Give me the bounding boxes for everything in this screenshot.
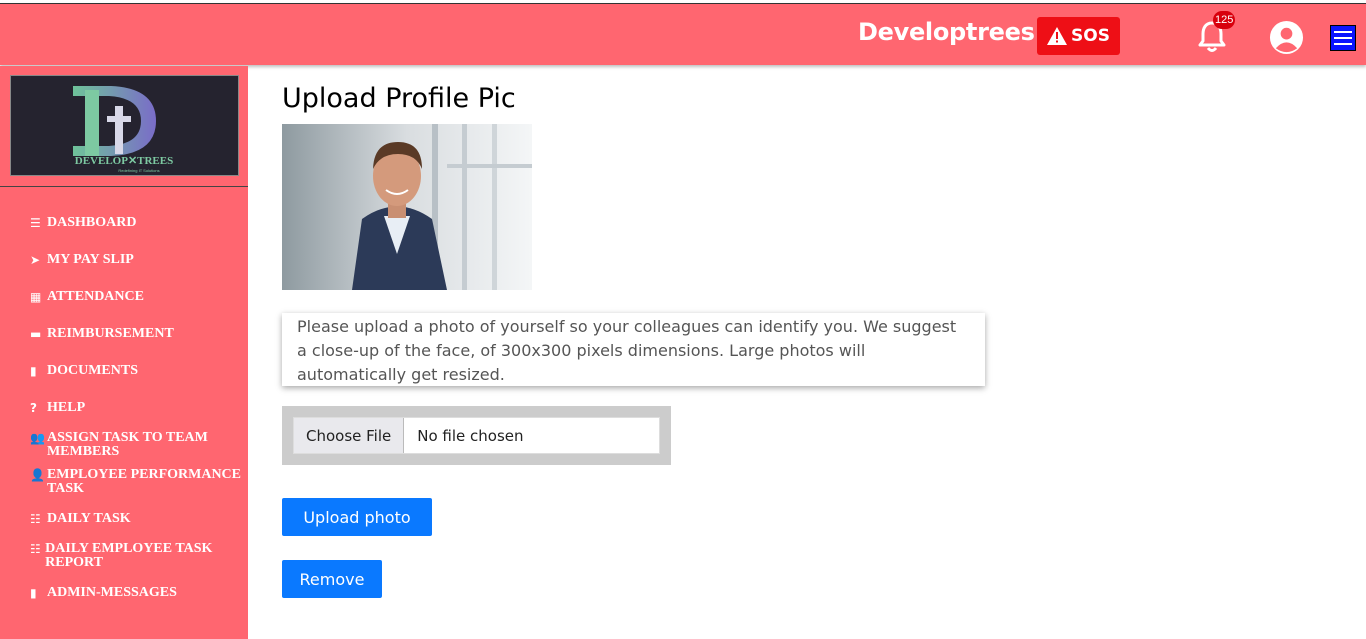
sidebar-item-label: ADMIN-MESSAGES (47, 585, 177, 600)
sidebar-item-help[interactable]: ? HELP (30, 400, 246, 416)
divider (0, 186, 248, 187)
page-title: Upload Profile Pic (282, 83, 516, 114)
list-check-icon: ☷ (30, 512, 41, 526)
sidebar-item-documents[interactable]: ▮ DOCUMENTS (30, 363, 246, 379)
sidebar-item-employee-performance[interactable]: 👤 EMPLOYEE PERFORMANCE TASK (30, 468, 246, 496)
sidebar-item-label: ASSIGN TASK TO TEAM MEMBERS (46, 430, 208, 459)
file-status: No file chosen (417, 426, 524, 445)
sidebar-item-my-pay-slip[interactable]: ➤ MY PAY SLIP (30, 252, 246, 268)
menu-line (1334, 37, 1352, 39)
sidebar-item-label: DOCUMENTS (47, 363, 139, 378)
sidebar-item-label: HELP (47, 400, 86, 415)
sidebar-item-label: ATTENDANCE (47, 289, 144, 304)
company-logo[interactable]: DEVELOP✕TREES Redefining IT Solutions (10, 75, 239, 176)
remove-button[interactable]: Remove (282, 560, 382, 598)
sos-button[interactable]: SOS (1037, 17, 1120, 55)
upload-instructions: Please upload a photo of yourself so you… (282, 313, 985, 386)
logo-text: DEVELOP✕TREES (75, 155, 173, 167)
file-icon: ▮ (30, 586, 37, 600)
sidebar-item-admin-messages[interactable]: ▮ ADMIN-MESSAGES (30, 585, 246, 601)
menu-line (1334, 43, 1352, 45)
list-check-icon: ☷ (30, 542, 41, 556)
sidebar-item-dashboard[interactable]: ☰ DASHBOARD (30, 215, 246, 231)
sidebar-item-label: REIMBURSEMENT (47, 326, 174, 341)
hamburger-menu-button[interactable] (1330, 25, 1356, 51)
top-navbar: Developtrees SOS 125 (0, 3, 1366, 65)
credit-card-icon: ▬ (30, 327, 42, 341)
users-icon: 👥 (30, 431, 45, 445)
sidebar: DEVELOP✕TREES Redefining IT Solutions ☰ … (0, 66, 248, 639)
sidebar-item-attendance[interactable]: ▦ ATTENDANCE (30, 289, 246, 305)
sidebar-item-daily-task[interactable]: ☷ DAILY TASK (30, 511, 246, 527)
sidebar-item-label: DASHBOARD (47, 215, 137, 230)
brand-name[interactable]: Developtrees (858, 18, 1035, 46)
sidebar-item-assign-task[interactable]: 👥 ASSIGN TASK TO TEAM MEMBERS (30, 431, 246, 459)
upload-photo-button[interactable]: Upload photo (282, 498, 432, 536)
warning-icon (1047, 27, 1068, 45)
sidebar-item-label: DAILY TASK (47, 511, 131, 526)
sidebar-item-daily-employee-task-report[interactable]: ☷ DAILY EMPLOYEE TASK REPORT (30, 542, 246, 570)
sidebar-item-label: DAILY EMPLOYEE TASK REPORT (45, 541, 213, 570)
notification-badge: 125 (1213, 11, 1236, 29)
sidebar-item-reimbursement[interactable]: ▬ REIMBURSEMENT (30, 326, 246, 342)
file-input[interactable]: Choose File No file chosen (293, 417, 660, 454)
file-icon: ▮ (30, 364, 37, 378)
calendar-icon: ▦ (30, 290, 42, 304)
user-edit-icon: 👤 (30, 468, 45, 482)
profile-photo (282, 124, 532, 290)
bars-icon: ☰ (30, 216, 41, 230)
sidebar-item-label: MY PAY SLIP (47, 252, 134, 267)
sidebar-item-label: EMPLOYEE PERFORMANCE TASK (46, 467, 242, 496)
svg-text:Redefining IT Solutions: Redefining IT Solutions (118, 168, 159, 173)
file-input-container: Choose File No file chosen (282, 406, 671, 465)
sos-label: SOS (1071, 26, 1110, 46)
menu-line (1334, 31, 1352, 33)
paper-plane-icon: ➤ (30, 253, 41, 267)
user-profile-icon[interactable] (1269, 20, 1304, 55)
choose-file-button[interactable]: Choose File (294, 418, 405, 453)
question-circle-icon: ? (30, 401, 37, 415)
